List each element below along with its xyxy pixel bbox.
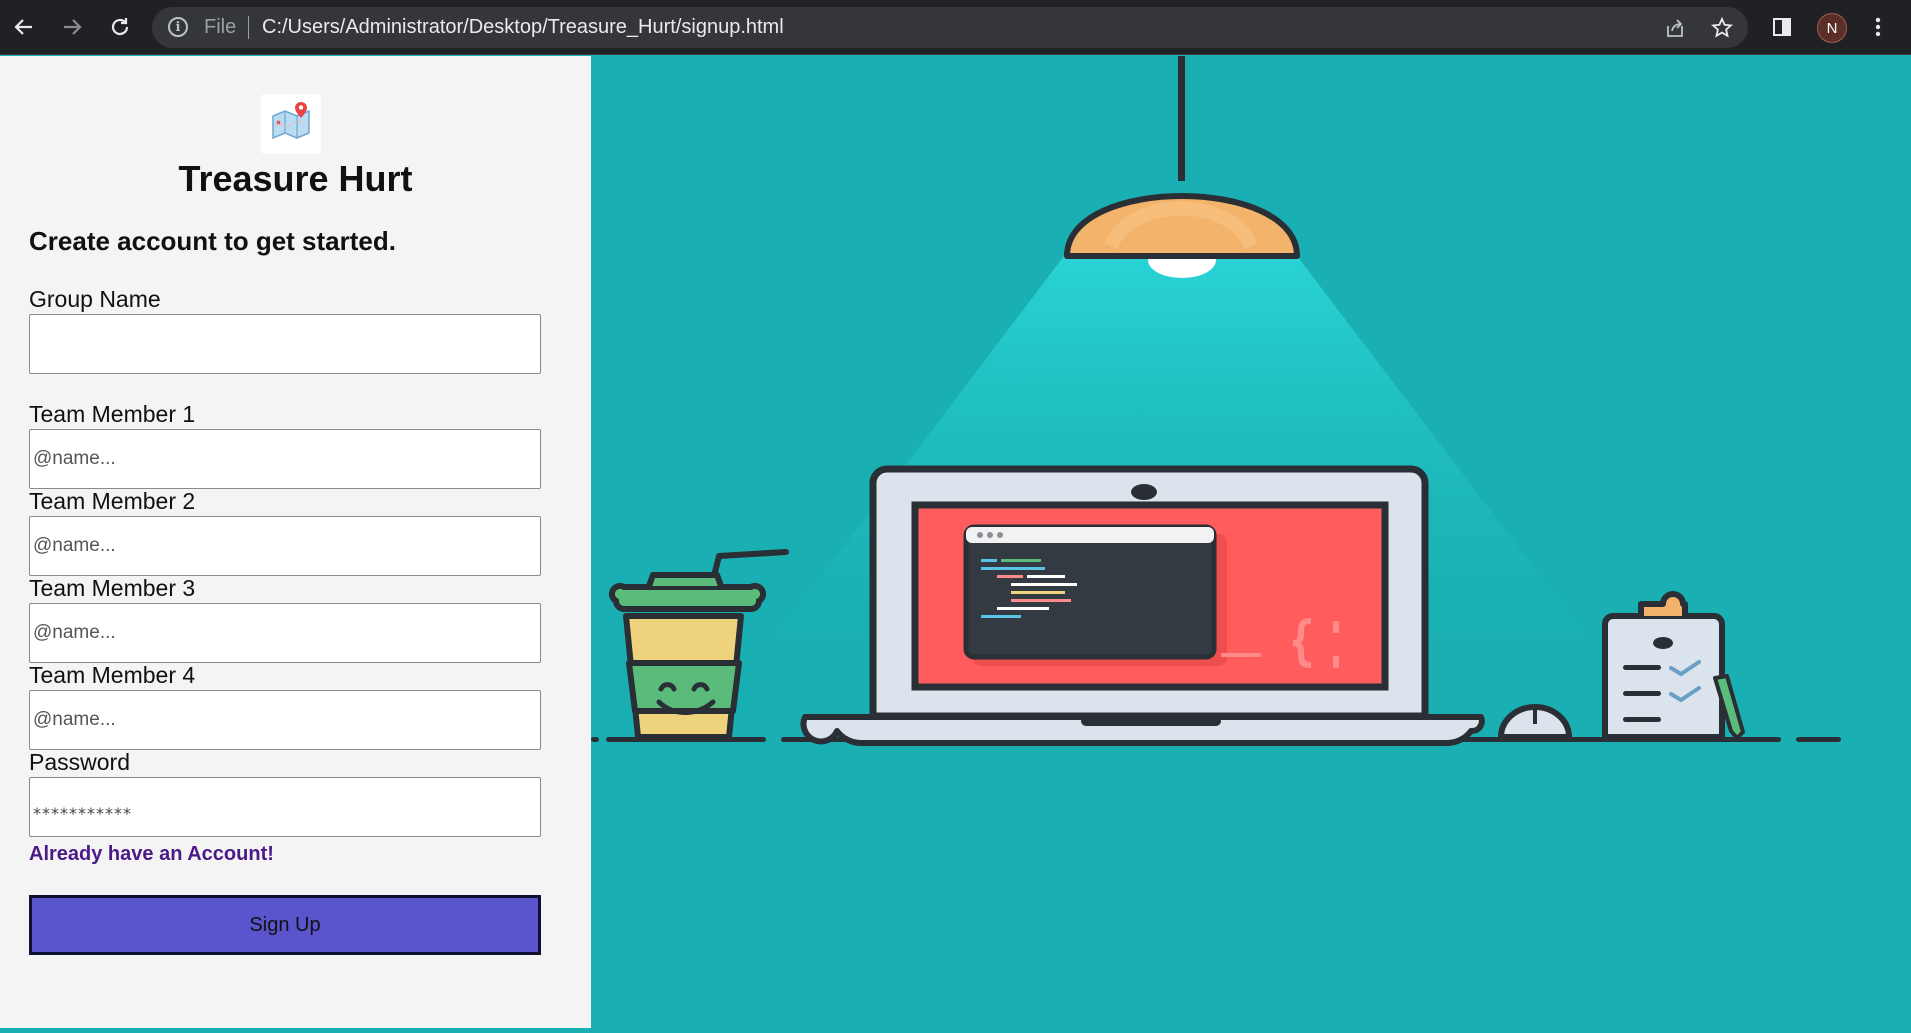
team-member-3-input[interactable] [29, 603, 541, 663]
group-name-input[interactable] [29, 314, 541, 374]
password-label: Password [29, 749, 130, 775]
treasure-map-logo [261, 94, 321, 154]
arrow-left-icon [14, 19, 32, 35]
arrow-right-icon [64, 19, 82, 35]
team-member-1-label: Team Member 1 [29, 401, 196, 427]
clipboard-icon [1602, 591, 1745, 740]
team-member-4-label: Team Member 4 [29, 662, 196, 688]
coffee-cup-icon [608, 549, 789, 740]
signup-panel: Treasure Hurt Create account to get star… [0, 56, 591, 1028]
info-icon[interactable]: i [168, 17, 188, 37]
address-bar[interactable]: i File C:/Users/Administrator/Desktop/Tr… [152, 7, 1748, 48]
team-member-1-input[interactable] [29, 429, 541, 489]
browser-toolbar: i File C:/Users/Administrator/Desktop/Tr… [0, 0, 1911, 55]
side-panel-icon[interactable] [1767, 12, 1797, 42]
team-member-2-label: Team Member 2 [29, 488, 196, 514]
signup-button[interactable]: Sign Up [29, 895, 541, 955]
password-input[interactable] [29, 777, 541, 837]
kebab-menu-icon[interactable] [1863, 12, 1893, 42]
scheme-label: File [204, 16, 237, 38]
profile-avatar[interactable]: N [1817, 13, 1847, 43]
login-link[interactable]: Already have an Account! [29, 843, 274, 866]
workspace-illustration [591, 56, 1911, 1028]
group-name-label: Group Name [29, 286, 161, 312]
team-member-2-input[interactable] [29, 516, 541, 576]
site-title: Treasure Hurt [178, 158, 413, 199]
team-member-3-label: Team Member 3 [29, 575, 196, 601]
back-button[interactable] [7, 10, 41, 44]
mouse-icon [1497, 704, 1573, 740]
team-member-4-input[interactable] [29, 690, 541, 750]
ceiling-lamp-icon [1064, 56, 1300, 278]
reload-icon [111, 18, 129, 36]
url-text[interactable]: C:/Users/Administrator/Desktop/Treasure_… [262, 16, 784, 39]
form-subtitle: Create account to get started. [29, 226, 396, 256]
reload-button[interactable] [103, 10, 137, 44]
laptop-icon [800, 465, 1485, 746]
forward-button[interactable] [55, 10, 89, 44]
star-icon[interactable] [1709, 15, 1735, 41]
share-icon[interactable] [1662, 15, 1688, 41]
omnibox-separator [248, 16, 249, 39]
